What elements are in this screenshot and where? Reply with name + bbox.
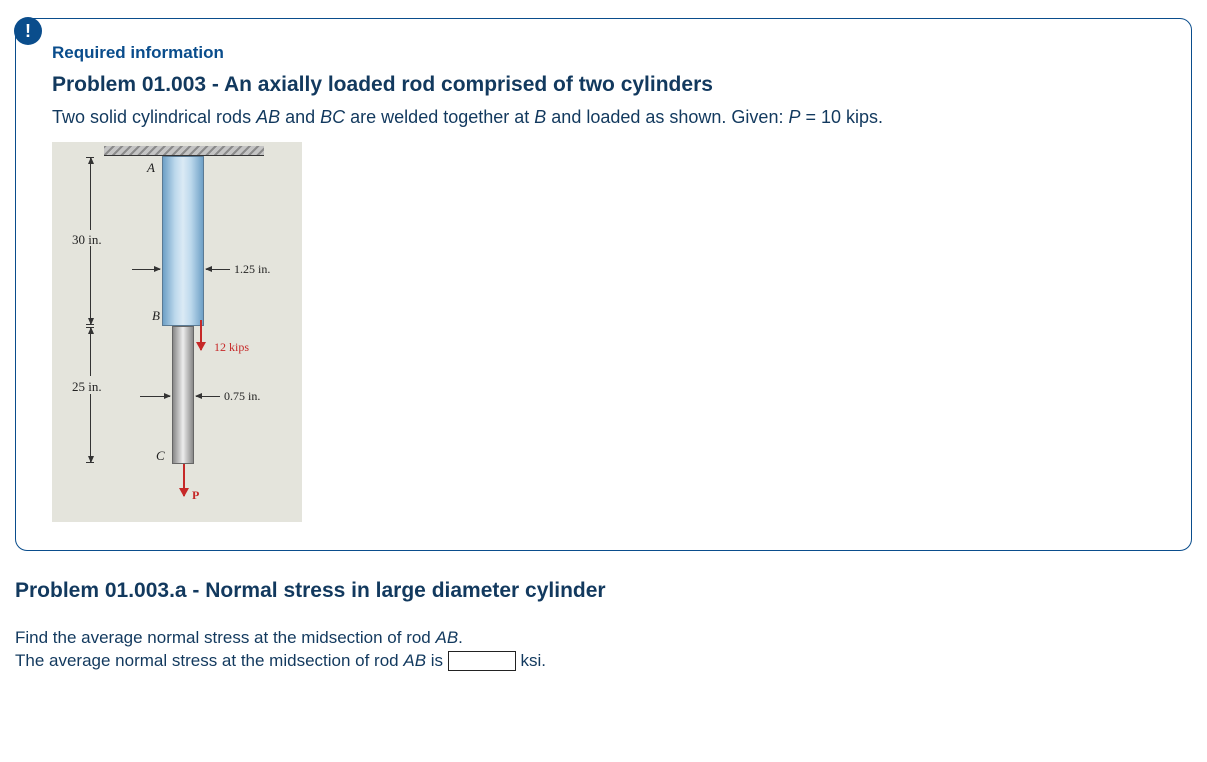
dim-tick — [86, 324, 94, 325]
var-p: P — [788, 107, 800, 127]
point-b: B — [534, 107, 546, 127]
dim-tick — [86, 462, 94, 463]
q-text: The average normal stress at the midsect… — [15, 651, 403, 670]
problem-title: Problem 01.003 - An axially loaded rod c… — [52, 73, 1155, 97]
rod-ab: AB — [403, 651, 426, 670]
fixed-support — [104, 146, 264, 156]
cylinder-bc — [172, 326, 194, 464]
dim-tick — [86, 157, 94, 158]
dim-arrow — [132, 269, 160, 270]
cylinder-ab — [162, 156, 204, 326]
desc-text: and loaded as shown. Given: — [546, 107, 788, 127]
dim-line — [90, 158, 91, 230]
rod-ab: AB — [435, 628, 458, 647]
dim-dia-bc: 0.75 in. — [224, 389, 260, 404]
label-a: A — [147, 160, 155, 176]
desc-text: and — [280, 107, 320, 127]
question-text: Find the average normal stress at the mi… — [15, 627, 1192, 673]
alert-icon: ! — [14, 17, 42, 45]
dim-len-ab: 30 in. — [72, 232, 102, 248]
rod-bc: BC — [320, 107, 345, 127]
load-label-p: P — [192, 488, 199, 503]
desc-text: = 10 kips. — [800, 107, 883, 127]
dim-arrow — [140, 396, 170, 397]
desc-text: Two solid cylindrical rods — [52, 107, 256, 127]
dim-len-bc: 25 in. — [72, 379, 102, 395]
dim-line — [90, 328, 91, 376]
problem-description: Two solid cylindrical rods AB and BC are… — [52, 107, 1155, 128]
load-label-b: 12 kips — [214, 340, 249, 355]
label-b: B — [152, 308, 160, 324]
subproblem-title: Problem 01.003.a - Normal stress in larg… — [15, 579, 1192, 603]
load-arrow-p — [183, 464, 185, 496]
unit-label: ksi. — [516, 651, 546, 670]
required-info-box: ! Required information Problem 01.003 - … — [15, 18, 1192, 551]
answer-input[interactable] — [448, 651, 516, 671]
dim-arrow — [206, 269, 230, 270]
label-c: C — [156, 448, 165, 464]
q-text: Find the average normal stress at the mi… — [15, 628, 435, 647]
problem-figure: A B C 30 in. 25 in. 1.25 in. 0.75 in. 12… — [52, 142, 302, 522]
dim-tick — [86, 327, 94, 328]
desc-text: are welded together at — [345, 107, 534, 127]
required-info-label: Required information — [52, 43, 1155, 63]
q-text: is — [426, 651, 448, 670]
dim-arrow — [196, 396, 220, 397]
dim-line — [90, 394, 91, 462]
rod-ab: AB — [256, 107, 280, 127]
load-arrow-b — [200, 320, 202, 350]
q-text: . — [458, 628, 463, 647]
dim-dia-ab: 1.25 in. — [234, 262, 270, 277]
dim-line — [90, 246, 91, 324]
